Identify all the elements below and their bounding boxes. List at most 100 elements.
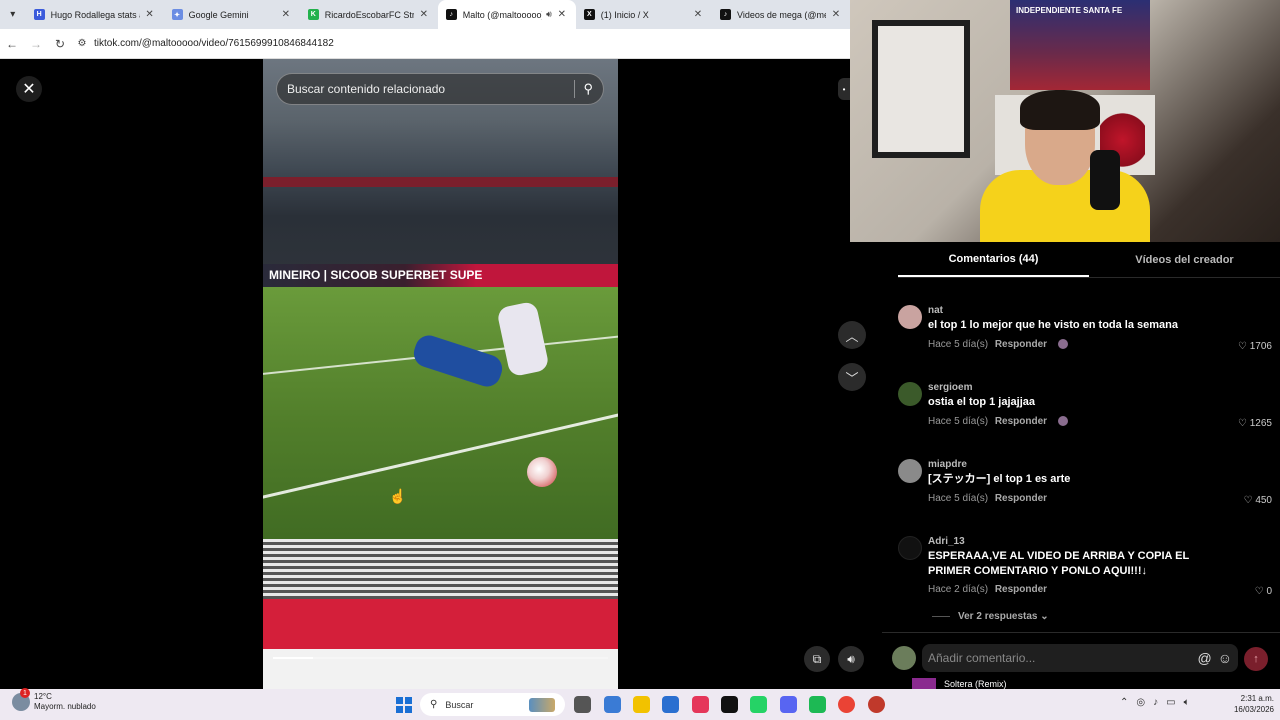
store-icon[interactable]: [662, 696, 679, 713]
forward-icon[interactable]: →: [24, 37, 48, 51]
close-icon[interactable]: ✕: [830, 9, 842, 20]
foreground-white-band: [263, 649, 618, 689]
weather-widget[interactable]: 1 12°C Mayorm. nublado: [12, 688, 96, 712]
related-search-bar: ⚲: [276, 73, 604, 105]
close-viewer-button[interactable]: ✕: [16, 76, 42, 102]
obs-icon[interactable]: [868, 696, 885, 713]
emoji-icon[interactable]: ☺: [1218, 650, 1232, 666]
next-video-button[interactable]: ﹀: [838, 363, 866, 391]
close-icon[interactable]: ✕: [692, 9, 704, 20]
like-button[interactable]: ♡ 0: [1255, 586, 1272, 597]
pip-button[interactable]: ⧉: [804, 646, 830, 672]
reply-button[interactable]: Responder: [995, 416, 1047, 427]
like-button[interactable]: ♡ 1706: [1238, 341, 1272, 352]
ad-board: MINEIRO | SICOOB SUPERBET SUPE: [263, 264, 618, 288]
view-replies-label: Ver 2 respuestas: [958, 611, 1038, 622]
avatar[interactable]: [898, 536, 922, 560]
reply-button[interactable]: Responder: [995, 339, 1047, 350]
creator-liked-icon: [1057, 339, 1068, 350]
reload-icon[interactable]: ↻: [48, 37, 72, 51]
previous-video-button[interactable]: ︿: [838, 321, 866, 349]
pitch: [263, 287, 618, 549]
like-button[interactable]: ♡ 1265: [1238, 418, 1272, 429]
url-field[interactable]: tiktok.com/@maltooooo/video/761569991084…: [94, 38, 334, 49]
taskbar-search[interactable]: ⚲ Buscar: [420, 693, 565, 716]
tiktok-icon[interactable]: [721, 696, 738, 713]
volume-icon[interactable]: 🔈︎: [1184, 697, 1190, 708]
tab-tiktok-mega[interactable]: ♪ Videos de mega (@mega ✕: [712, 0, 850, 29]
send-button[interactable]: ↑: [1244, 647, 1268, 671]
whatsapp-icon[interactable]: [750, 696, 767, 713]
close-icon[interactable]: ✕: [280, 9, 292, 20]
tab-search-button[interactable]: ▾: [0, 0, 26, 29]
chevron-down-icon: ⌄: [1040, 611, 1049, 622]
tab-gemini[interactable]: ✦ Google Gemini ✕: [164, 0, 300, 29]
tiktok-icon: ♪: [719, 9, 731, 20]
chevron-up-icon[interactable]: ⌃: [1120, 697, 1128, 708]
file-explorer-icon[interactable]: [633, 696, 650, 713]
comment-username[interactable]: Adri_13: [928, 536, 965, 547]
clock[interactable]: 2:31 a.m. 16/03/2026: [1228, 693, 1274, 715]
close-icon[interactable]: ✕: [144, 9, 156, 20]
comment-input[interactable]: [928, 651, 1192, 665]
tab-label: Videos de mega (@mega: [736, 9, 826, 20]
site-info-icon[interactable]: ⚙: [72, 38, 92, 49]
windows-start-icon[interactable]: [396, 697, 412, 713]
tiktok-app-icon[interactable]: [692, 696, 709, 713]
related-search-input[interactable]: [287, 82, 567, 96]
mention-icon[interactable]: @: [1197, 650, 1211, 666]
back-icon[interactable]: ←: [0, 37, 24, 51]
video-player[interactable]: MINEIRO | SICOOB SUPERBET SUPE: [263, 59, 618, 689]
tile: [405, 697, 412, 704]
comment-item: sergioem ostia el top 1 jajajjaa Hace 5 …: [898, 382, 1272, 442]
comment-item: Adri_13 ESPERAAA,VE AL VIDEO DE ARRIBA Y…: [898, 536, 1272, 606]
speaker-icon[interactable]: 🔊︎: [546, 9, 552, 20]
mic-icon[interactable]: ♪: [1153, 697, 1158, 708]
tab-comments[interactable]: Comentarios (44): [898, 242, 1089, 277]
close-icon[interactable]: ✕: [556, 9, 568, 20]
tab-label: (1) Inicio / X: [600, 9, 649, 20]
spotify-icon[interactable]: [809, 696, 826, 713]
network-icon[interactable]: ◎: [1136, 697, 1145, 708]
tab-x[interactable]: X (1) Inicio / X ✕: [576, 0, 712, 29]
reply-button[interactable]: Responder: [995, 584, 1047, 595]
comment-username[interactable]: sergioem: [928, 382, 972, 393]
comment-username[interactable]: miapdre: [928, 459, 967, 470]
comment-box: @ ☺: [922, 644, 1238, 672]
task-view-icon[interactable]: [574, 696, 591, 713]
chrome-icon[interactable]: [838, 696, 855, 713]
tab-creator-videos[interactable]: Vídeos del creador: [1089, 242, 1280, 277]
tab-tiktok-malto[interactable]: ♪ Malto (@maltooooo) 🔊︎ ✕: [437, 0, 576, 29]
now-playing-title: Soltera (Remix): [944, 679, 1007, 689]
like-button[interactable]: ♡ 450: [1244, 495, 1272, 506]
comment-time: Hace 5 día(s): [928, 416, 989, 427]
mouse-cursor-icon: ☝: [389, 488, 407, 504]
clock-date: 16/03/2026: [1233, 705, 1274, 714]
volume-button[interactable]: 🔊︎: [838, 646, 864, 672]
widgets-icon[interactable]: [604, 696, 621, 713]
comment-username[interactable]: nat: [928, 305, 943, 316]
search-icon[interactable]: ⚲: [583, 81, 593, 97]
reply-button[interactable]: Responder: [995, 493, 1047, 504]
search-highlight-image: [529, 697, 555, 712]
video-progress-bar[interactable]: [273, 657, 608, 659]
side-toggle-button[interactable]: •: [838, 78, 850, 100]
avatar[interactable]: [898, 305, 922, 329]
creator-liked-icon: [1057, 416, 1068, 427]
stands-rail: [263, 177, 618, 187]
tab-hugo[interactable]: H Hugo Rodallega stats and ✕: [26, 0, 164, 29]
temperature: 12°C: [34, 692, 52, 701]
display-icon[interactable]: ▭: [1166, 697, 1175, 708]
gemini-icon: ✦: [171, 9, 183, 20]
avatar[interactable]: [898, 382, 922, 406]
hair: [1020, 90, 1100, 130]
comment-item: nat el top 1 lo mejor que he visto en to…: [898, 305, 1272, 365]
close-icon[interactable]: ✕: [418, 9, 430, 20]
discord-icon[interactable]: [780, 696, 797, 713]
avatar[interactable]: [898, 459, 922, 483]
tab-kick[interactable]: K RicardoEscobarFC Stream ✕: [300, 0, 438, 29]
comment-text: ostia el top 1 jajajjaa: [928, 396, 1035, 408]
tiktok-icon: ♪: [445, 9, 457, 20]
clock-time: 2:31 a.m.: [1240, 694, 1274, 703]
view-replies-button[interactable]: Ver 2 respuestas ⌄: [932, 611, 1049, 622]
